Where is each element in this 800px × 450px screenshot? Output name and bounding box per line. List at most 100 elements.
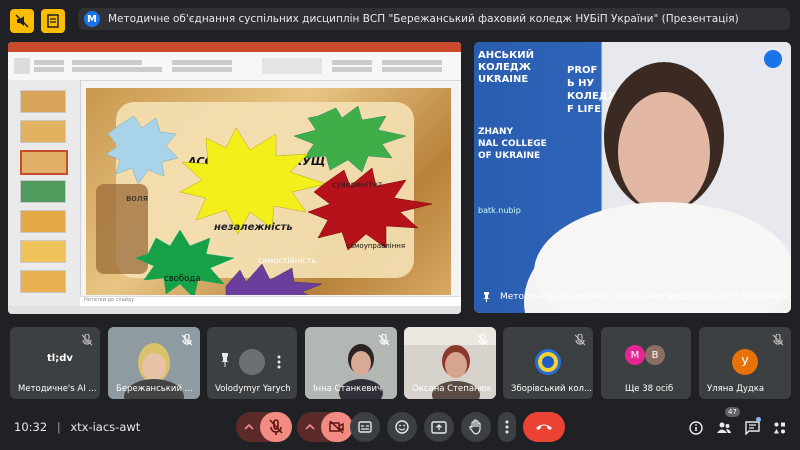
pin-icon[interactable] (219, 353, 231, 367)
slide-thumbnail[interactable] (20, 90, 66, 113)
camera-toggle-button[interactable] (321, 412, 353, 442)
speaker-name: Методичне об'єднання суспільних дисциплі… (500, 292, 791, 302)
slide-thumbnail-selected[interactable] (20, 150, 68, 175)
speaking-indicator (764, 50, 782, 68)
participant-name: Бережанський ... (116, 384, 193, 394)
mic-off-icon (269, 419, 283, 435)
mic-off-icon (477, 334, 489, 346)
meeting-title: Методичне об'єднання суспільних дисциплі… (108, 13, 739, 25)
ribbon-tabs (8, 42, 461, 52)
raise-hand-button[interactable] (461, 412, 491, 442)
mic-off-icon (574, 334, 586, 346)
college-logo-avatar (535, 349, 561, 375)
document-icon (47, 14, 59, 28)
burst-volya-shape (105, 115, 179, 185)
avatar-u: У (732, 349, 758, 375)
tldv-logo: tl;dv (47, 353, 73, 364)
present-mode-button[interactable] (10, 9, 34, 33)
chevron-up-icon[interactable] (305, 422, 315, 432)
layout-button[interactable] (41, 9, 65, 33)
end-call-icon (536, 424, 552, 430)
mic-off-icon (772, 334, 784, 346)
camera-control-group (297, 412, 353, 442)
chat-button[interactable] (741, 417, 763, 439)
participant-tile[interactable]: Бережанський ... (108, 327, 200, 399)
burst-samostiynist-shape (225, 263, 323, 295)
emoji-icon (395, 420, 409, 434)
burst-suverenitet-shape (293, 105, 407, 173)
presentation-tile[interactable]: АСОЦІАТИВНИЙ КУЩ воля суверенітет незале… (8, 42, 461, 314)
slide-thumbnail[interactable] (20, 270, 66, 293)
people-icon (717, 422, 731, 433)
mic-off-icon (81, 334, 93, 346)
participant-name: Volodymyr Yarych (215, 384, 291, 394)
notes-placeholder: Нотатки до слайду (84, 297, 135, 303)
pin-icon (483, 292, 490, 302)
mic-control-group (236, 412, 292, 442)
speaker-off-icon (15, 14, 29, 28)
people-button[interactable] (713, 417, 735, 439)
mic-off-icon (378, 334, 390, 346)
others-tile[interactable]: M B Ще 38 осіб (601, 327, 691, 399)
burst-label-samostiynist: самостійність (258, 256, 316, 265)
participant-name: Інна Станкевич (313, 384, 383, 394)
speaker-video (524, 62, 791, 313)
participant-tile[interactable]: Оксана Степанюк (404, 327, 496, 399)
burst-label-nezalezhnist: незалежність (214, 222, 293, 233)
burst-label-samouprav: самоуправління (346, 242, 406, 250)
participant-tile[interactable]: Інна Станкевич (305, 327, 397, 399)
college-logo-icon (538, 352, 558, 372)
slide-thumbnails[interactable] (8, 80, 81, 306)
slide-thumbnail[interactable] (20, 210, 66, 233)
burst-nezalezhnist-shape (179, 127, 327, 235)
activities-icon (774, 422, 785, 434)
participant-tile[interactable]: У Уляна Дудка (699, 327, 791, 399)
burst-label-volya: воля (126, 194, 148, 204)
avatar (239, 349, 265, 375)
meeting-badge: M (84, 11, 100, 27)
meeting-info: 10:32 | xtx-iacs-awt (14, 420, 140, 434)
avatar-b: B (645, 345, 665, 365)
more-options-button[interactable] (498, 412, 516, 442)
meeting-title-bar: M Методичне об'єднання суспільних дисцип… (78, 8, 790, 30)
more-options-icon[interactable] (277, 355, 281, 369)
captions-icon (358, 421, 372, 433)
slide-thumbnail[interactable] (20, 240, 66, 263)
slide-thumbnail[interactable] (20, 180, 66, 203)
mic-toggle-button[interactable] (260, 412, 292, 442)
present-now-button[interactable] (424, 412, 454, 442)
meeting-details-button[interactable] (685, 417, 707, 439)
ribbon-tools (12, 56, 452, 76)
participant-tile[interactable]: Зборівський кол... (503, 327, 593, 399)
burst-label-suverenitet: суверенітет (332, 180, 383, 189)
participant-name: Зборівський кол... (511, 384, 591, 394)
more-vert-icon (505, 420, 509, 434)
emoji-button[interactable] (387, 412, 417, 442)
participant-tile[interactable]: tl;dv Методичне's AI ... (10, 327, 100, 399)
present-screen-icon (431, 420, 447, 434)
participant-name: Уляна Дудка (707, 384, 765, 394)
participant-name: Оксана Степанюк (412, 384, 492, 394)
avatar-m: M (625, 345, 645, 365)
chat-notification-dot (756, 417, 761, 422)
chat-icon (744, 421, 760, 435)
meeting-code: xtx-iacs-awt (70, 420, 141, 434)
status-bar (8, 306, 461, 314)
participant-tile[interactable]: Volodymyr Yarych (207, 327, 297, 399)
slide-thumbnail[interactable] (20, 120, 66, 143)
separator: | (56, 420, 61, 434)
powerpoint-ribbon (8, 42, 461, 81)
participant-name: Методичне's AI ... (18, 384, 97, 394)
camera-off-icon (329, 420, 344, 434)
current-time: 10:32 (14, 420, 48, 434)
hand-icon (469, 419, 481, 435)
chevron-up-icon[interactable] (244, 422, 254, 432)
others-count-label: Ще 38 осіб (625, 384, 674, 394)
speaker-tile[interactable]: АНСЬКИЙ КОЛЕДЖ UKRAINE ZHANY NAL COLLEGE… (474, 42, 791, 313)
people-count-badge: 47 (725, 407, 740, 417)
captions-button[interactable] (350, 412, 380, 442)
info-icon (689, 421, 703, 435)
activities-button[interactable] (769, 417, 791, 439)
mic-off-icon (181, 334, 193, 346)
leave-call-button[interactable] (523, 412, 565, 442)
